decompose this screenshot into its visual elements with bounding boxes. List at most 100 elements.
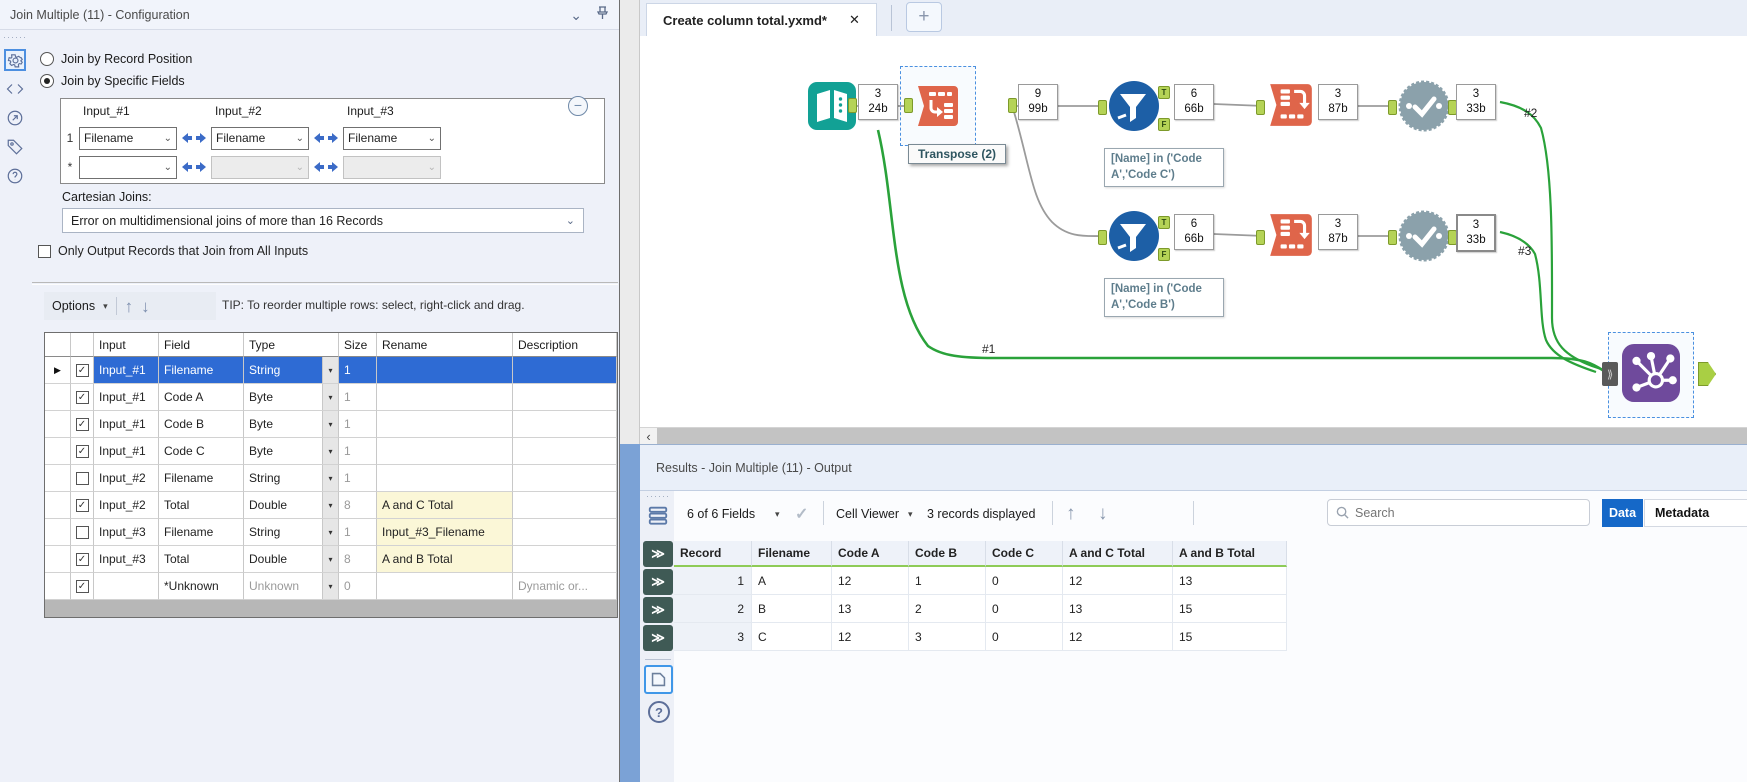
description-cell[interactable]: [513, 492, 617, 519]
checkbox-icon[interactable]: ✓: [75, 417, 89, 431]
field-cell[interactable]: Code B: [159, 411, 244, 438]
input-cell[interactable]: Input_#2: [94, 465, 159, 492]
filter-tool[interactable]: [1108, 80, 1160, 135]
swap-arrows-icon[interactable]: [313, 162, 339, 172]
input-anchor[interactable]: [1388, 100, 1397, 115]
rename-cell[interactable]: [377, 465, 513, 492]
description-cell[interactable]: [513, 411, 617, 438]
field-cell[interactable]: Filename: [159, 357, 244, 384]
type-dropdown-cell[interactable]: String ▾: [244, 357, 339, 384]
expand-row-button[interactable]: ≫: [643, 541, 673, 567]
field-row[interactable]: ✓ Input_#3 Total Double ▾ 8 A and B Total: [45, 546, 617, 573]
type-dropdown-button[interactable]: ▾: [322, 384, 338, 410]
multi-input-connector-icon[interactable]: ⟫: [1602, 362, 1618, 386]
row-checkbox-cell[interactable]: [71, 465, 94, 492]
type-dropdown-cell[interactable]: Byte ▾: [244, 438, 339, 465]
search-input[interactable]: [1355, 505, 1581, 520]
field-row[interactable]: Input_#2 Filename String ▾ 1: [45, 465, 617, 492]
output-anchor[interactable]: [1008, 98, 1017, 113]
close-icon[interactable]: ✕: [849, 12, 860, 28]
type-dropdown-cell[interactable]: String ▾: [244, 519, 339, 546]
row-checkbox-cell[interactable]: ✓: [71, 411, 94, 438]
description-cell[interactable]: [513, 546, 617, 573]
move-up-button[interactable]: ↑: [125, 298, 134, 315]
navigation-tab-icon[interactable]: [4, 107, 26, 129]
radio-join-by-record-position[interactable]: Join by Record Position: [40, 52, 192, 66]
field-row[interactable]: ▶ ✓ Input_#1 Filename String ▾ 1: [45, 357, 617, 384]
size-cell[interactable]: 0: [339, 573, 377, 600]
row-checkbox-cell[interactable]: ✓: [71, 357, 94, 384]
input-anchor[interactable]: [1256, 100, 1265, 115]
connection-badge[interactable]: 3 24b: [858, 84, 898, 120]
cell-viewer-dropdown[interactable]: Cell Viewer: [836, 501, 899, 527]
field-cell[interactable]: Filename: [159, 465, 244, 492]
cartesian-joins-select[interactable]: Error on multidimensional joins of more …: [62, 208, 584, 233]
checkbox-icon[interactable]: [75, 471, 89, 485]
help-tab-icon[interactable]: [4, 165, 26, 187]
check-tool[interactable]: [1398, 80, 1450, 135]
size-cell[interactable]: 8: [339, 546, 377, 573]
input-anchor[interactable]: [1388, 230, 1397, 245]
connection-badge[interactable]: 3 87b: [1318, 214, 1358, 250]
join-field-select-new-1[interactable]: ⌄: [79, 155, 177, 179]
input-cell[interactable]: [94, 573, 159, 600]
row-checkbox-cell[interactable]: ✓: [71, 573, 94, 600]
options-button[interactable]: Options: [52, 299, 95, 313]
apply-check-icon[interactable]: ✓: [795, 501, 808, 527]
move-down-button[interactable]: ↓: [141, 298, 150, 315]
type-dropdown-cell[interactable]: Byte ▾: [244, 411, 339, 438]
collapse-chevron-icon[interactable]: ⌄: [570, 8, 582, 22]
field-cell[interactable]: Code C: [159, 438, 244, 465]
checkbox-icon[interactable]: ✓: [75, 390, 89, 404]
expand-row-button[interactable]: ≫: [643, 569, 673, 595]
type-dropdown-button[interactable]: ▾: [322, 411, 338, 437]
checkbox-icon[interactable]: ✓: [75, 552, 89, 566]
annotation-tab-code-icon[interactable]: [4, 78, 26, 100]
swap-arrows-icon[interactable]: [181, 162, 207, 172]
input-cell[interactable]: Input_#3: [94, 546, 159, 573]
input-cell[interactable]: Input_#1: [94, 384, 159, 411]
input-cell[interactable]: Input_#3: [94, 519, 159, 546]
description-cell[interactable]: [513, 384, 617, 411]
configuration-tab-gear-icon[interactable]: [4, 49, 26, 71]
filter-annotation[interactable]: [Name] in ('Code A','Code C'): [1104, 148, 1224, 188]
join-multiple-tool[interactable]: [1622, 344, 1680, 405]
column-header[interactable]: A and C Total: [1063, 541, 1173, 567]
column-header[interactable]: A and B Total: [1173, 541, 1287, 567]
connection-badge[interactable]: 3 33b: [1456, 214, 1496, 252]
type-dropdown-button[interactable]: ▾: [322, 492, 338, 518]
checkbox-icon[interactable]: ✓: [75, 498, 89, 512]
scroll-left-button[interactable]: ‹: [640, 428, 657, 444]
connection-badge[interactable]: 3 87b: [1318, 84, 1358, 120]
remove-join-field-button[interactable]: −: [568, 96, 588, 116]
filter-tool[interactable]: [1108, 210, 1160, 265]
description-cell[interactable]: [513, 357, 617, 384]
expand-row-button[interactable]: ≫: [643, 625, 673, 651]
caret-down-icon[interactable]: ▾: [775, 501, 780, 527]
checkbox-icon[interactable]: ✓: [75, 363, 89, 377]
column-header[interactable]: Record: [674, 541, 752, 567]
type-dropdown-button[interactable]: ▾: [322, 465, 338, 491]
checkbox-icon[interactable]: ✓: [75, 579, 89, 593]
field-row[interactable]: ✓ Input_#1 Code C Byte ▾ 1: [45, 438, 617, 465]
filter-annotation[interactable]: [Name] in ('Code A','Code B'): [1104, 278, 1224, 318]
type-dropdown-button[interactable]: ▾: [322, 546, 338, 572]
description-cell[interactable]: [513, 438, 617, 465]
rename-cell[interactable]: [377, 411, 513, 438]
result-row[interactable]: 2 B 13 2 0 13 15: [674, 595, 1287, 623]
false-output-anchor[interactable]: F: [1158, 118, 1170, 131]
type-dropdown-cell[interactable]: Byte ▾: [244, 384, 339, 411]
annotation-view-button[interactable]: [644, 665, 673, 694]
input-cell[interactable]: Input_#1: [94, 411, 159, 438]
connection-badge[interactable]: 3 33b: [1456, 84, 1496, 120]
output-anchor[interactable]: [848, 98, 857, 113]
rename-cell[interactable]: [377, 438, 513, 465]
row-checkbox-cell[interactable]: ✓: [71, 384, 94, 411]
table-layout-icon[interactable]: [647, 504, 669, 529]
scroll-up-button[interactable]: ↑: [1066, 501, 1076, 527]
type-dropdown-cell[interactable]: Double ▾: [244, 546, 339, 573]
field-row[interactable]: Input_#3 Filename String ▾ 1 Input_#3_Filenam…: [45, 519, 617, 546]
row-checkbox-cell[interactable]: ✓: [71, 492, 94, 519]
field-row[interactable]: ✓ Input_#1 Code A Byte ▾ 1: [45, 384, 617, 411]
swap-arrows-icon[interactable]: [181, 133, 207, 143]
